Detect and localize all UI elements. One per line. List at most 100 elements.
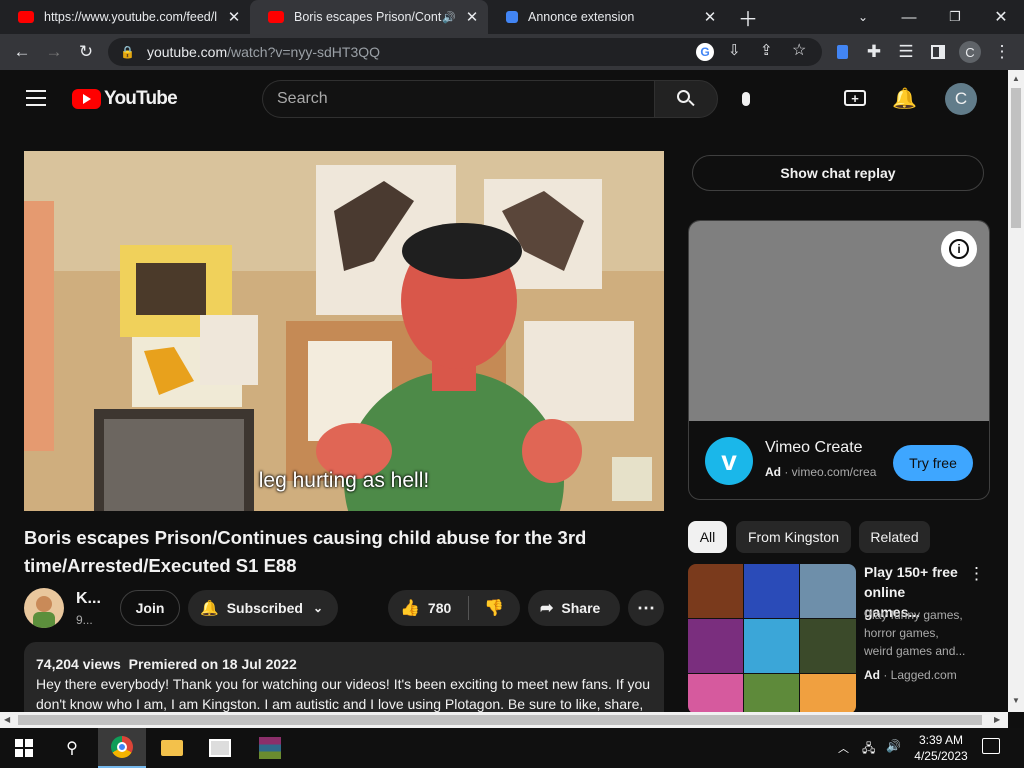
- ad-info-button[interactable]: i: [941, 231, 977, 267]
- notification-center-icon[interactable]: [982, 738, 1000, 754]
- channel-avatar[interactable]: [24, 588, 64, 628]
- thumb-tile: [800, 564, 856, 618]
- thumb-tile: [744, 674, 799, 712]
- tab-search-icon[interactable]: ⌄: [840, 0, 886, 34]
- scroll-right-arrow-icon[interactable]: ▶: [994, 715, 1000, 724]
- account-avatar[interactable]: C: [945, 83, 977, 115]
- chevron-down-icon: ⌄: [312, 601, 323, 615]
- clock-date: 4/25/2023: [914, 749, 968, 763]
- profile-avatar[interactable]: C: [956, 38, 984, 66]
- close-tab-icon[interactable]: ✕: [700, 8, 720, 26]
- forward-icon[interactable]: →: [40, 38, 68, 66]
- microphone-icon: [742, 92, 750, 106]
- close-tab-icon[interactable]: ✕: [462, 8, 482, 26]
- share-arrow-icon: ➦: [540, 600, 554, 617]
- dislike-button[interactable]: 👎: [469, 590, 519, 626]
- browser-tab-strip: https://www.youtube.com/feed/l ✕ Boris e…: [0, 0, 1024, 34]
- try-free-button[interactable]: Try free: [893, 445, 973, 481]
- network-icon[interactable]: 🖧: [862, 739, 875, 760]
- tab-annonce-extension[interactable]: Annonce extension ✕: [488, 0, 726, 34]
- search-input[interactable]: Search: [262, 80, 654, 118]
- tray-overflow-chevron-icon[interactable]: ︿: [838, 740, 849, 756]
- back-icon[interactable]: ←: [8, 38, 36, 66]
- rec-more-icon[interactable]: ⋮: [968, 564, 985, 584]
- address-host: youtube.com: [146, 44, 228, 60]
- new-tab-icon[interactable]: ＋: [734, 3, 762, 31]
- extension-doc-icon[interactable]: [828, 38, 856, 66]
- google-lens-icon[interactable]: G: [696, 43, 714, 61]
- search-button[interactable]: [654, 80, 718, 118]
- media-queue-icon[interactable]: ☰: [892, 38, 920, 66]
- create-video-icon[interactable]: +: [844, 90, 866, 106]
- vertical-scroll-thumb[interactable]: [1011, 88, 1021, 228]
- subscribed-label: Subscribed: [226, 600, 303, 616]
- minimize-icon[interactable]: —: [886, 0, 932, 34]
- scroll-down-arrow-icon[interactable]: ▼: [1012, 696, 1020, 705]
- youtube-wordmark: YouTube: [104, 88, 178, 109]
- share-page-icon[interactable]: ⇪: [760, 41, 773, 59]
- restore-icon[interactable]: ❐: [932, 0, 978, 34]
- tab-boris-video[interactable]: Boris escapes Prison/Continu 🔊 ✕: [250, 0, 488, 34]
- chrome-taskbar-icon[interactable]: [98, 728, 146, 768]
- horizontal-scroll-thumb[interactable]: [18, 715, 982, 725]
- share-button[interactable]: ➦ Share: [528, 590, 620, 626]
- browser-menu-icon[interactable]: ⋮: [988, 38, 1016, 66]
- thumbs-down-icon: 👎: [484, 600, 504, 617]
- bell-icon: 🔔: [200, 600, 219, 617]
- ad-meta: Ad · vimeo.com/crea: [765, 465, 877, 479]
- extensions-puzzle-icon[interactable]: ✚: [860, 38, 888, 66]
- winrar-icon[interactable]: [246, 728, 294, 768]
- chip-from-kingston[interactable]: From Kingston: [736, 521, 851, 553]
- tab-youtube-feed[interactable]: https://www.youtube.com/feed/l ✕: [0, 0, 250, 34]
- description-box[interactable]: 74,204 views Premiered on 18 Jul 2022 He…: [24, 642, 664, 712]
- reload-icon[interactable]: ↻: [72, 38, 100, 66]
- horizontal-scrollbar[interactable]: ◀ ▶: [0, 712, 1008, 728]
- lock-icon[interactable]: 🔒: [120, 45, 135, 59]
- search-icon: [677, 90, 695, 108]
- voice-search-button[interactable]: [726, 80, 766, 118]
- taskbar-search-icon[interactable]: ⚲: [48, 728, 96, 768]
- info-icon: i: [949, 239, 969, 259]
- channel-name[interactable]: K...: [76, 590, 101, 608]
- show-chat-replay-button[interactable]: Show chat replay: [692, 155, 984, 191]
- youtube-favicon-icon: [268, 11, 284, 23]
- volume-icon[interactable]: 🔊: [886, 739, 901, 753]
- ad-card[interactable]: i v Vimeo Create Ad · vimeo.com/crea Try…: [688, 220, 990, 500]
- taskbar-clock[interactable]: 3:39 AM 4/25/2023: [912, 732, 970, 764]
- video-player[interactable]: leg hurting as hell!: [24, 151, 664, 511]
- hamburger-menu-icon[interactable]: [26, 90, 46, 106]
- close-window-icon[interactable]: ✕: [978, 0, 1024, 34]
- thumb-tile: [744, 564, 799, 618]
- side-panel-icon[interactable]: [924, 38, 952, 66]
- subscribed-button[interactable]: 🔔 Subscribed ⌄: [188, 590, 338, 626]
- like-button[interactable]: 👍 780: [388, 590, 468, 626]
- clock-time: 3:39 AM: [918, 733, 964, 747]
- masthead: YouTube Search + 🔔 C: [0, 70, 1008, 128]
- rec-domain: Lagged.com: [890, 668, 957, 682]
- rec-description: Play funny games, horror games, weird ga…: [864, 608, 966, 658]
- rec-thumbnail[interactable]: [688, 564, 856, 712]
- premiere-date: Premiered on 18 Jul 2022: [128, 656, 297, 672]
- vertical-scrollbar[interactable]: ▲ ▼: [1008, 70, 1024, 712]
- join-button[interactable]: Join: [120, 590, 180, 626]
- like-dislike-segment: 👍 780 👎: [388, 590, 520, 626]
- scroll-left-arrow-icon[interactable]: ◀: [4, 715, 10, 724]
- windows-start-icon[interactable]: [0, 728, 48, 768]
- youtube-logo[interactable]: YouTube: [72, 88, 178, 110]
- thumb-tile: [688, 564, 743, 618]
- chip-related[interactable]: Related: [859, 521, 930, 553]
- address-bar[interactable]: 🔒 youtube.com/watch?v=nyy-sdHT3QQ G ⇩ ⇪ …: [108, 38, 822, 66]
- install-app-icon[interactable]: ⇩: [728, 41, 741, 59]
- bookmark-star-icon[interactable]: ☆: [792, 40, 806, 60]
- thumb-tile: [800, 674, 856, 712]
- chip-all[interactable]: All: [688, 521, 727, 553]
- file-explorer-icon[interactable]: [148, 728, 196, 768]
- thumb-tile: [744, 619, 799, 673]
- photos-icon[interactable]: [196, 728, 244, 768]
- scroll-up-arrow-icon[interactable]: ▲: [1012, 74, 1020, 83]
- close-tab-icon[interactable]: ✕: [224, 8, 244, 26]
- ad-title: Vimeo Create: [765, 439, 863, 456]
- speaker-icon[interactable]: 🔊: [442, 11, 456, 24]
- notifications-bell-icon[interactable]: 🔔: [892, 86, 917, 111]
- more-actions-button[interactable]: ⋯: [628, 590, 664, 626]
